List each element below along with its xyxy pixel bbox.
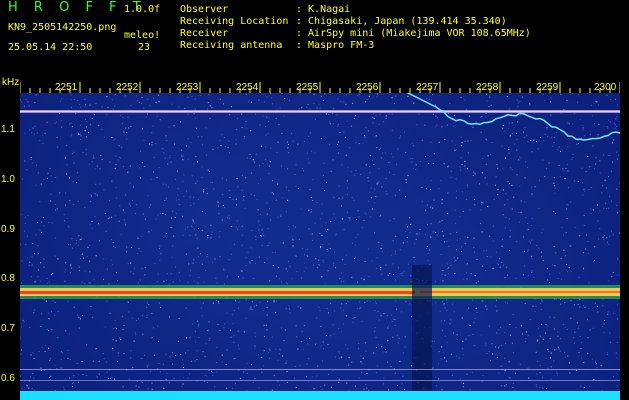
antenna-value: : Maspro FM-3 [296,40,375,51]
y-axis-unit: kHz [2,77,20,88]
gap-strip [412,265,432,400]
lower-line-1 [20,369,620,370]
file-name: KN9_2505142250.png [8,22,117,33]
y-tick: 1.0 [1,174,15,185]
main-band-core-right [420,291,620,293]
detection-count: 23 [138,42,151,53]
timestamp: 25.05.14 22:50 [8,42,93,53]
noise-layer [20,93,620,400]
location-label: Receiving Location [180,16,289,27]
receiver-label: Receiver [180,28,229,39]
bottom-strip [20,391,620,400]
observer-label: Observer [180,4,229,15]
hrofft-window: H R O F F T 1.0.0f KN9_2505142250.png me… [0,0,629,400]
meteor-trace [406,93,620,141]
algorithm-label: meleo! [124,30,161,41]
y-tick: 1.1 [1,124,15,135]
y-tick: 0.6 [1,373,15,384]
location-value: : Chigasaki, Japan (139.414 35.340) [296,16,507,27]
y-tick: 0.7 [1,323,15,334]
app-version: 1.0.0f [124,4,161,15]
y-tick: 0.8 [1,273,15,284]
spectrogram [20,93,620,400]
y-tick: 0.9 [1,224,15,235]
receiver-value: : AirSpy mini (Miakejima VOR 108.65MHz) [296,28,531,39]
antenna-label: Receiving antenna [180,40,283,51]
time-ruler [20,82,620,93]
main-band-core-left [20,291,415,294]
waterfall-plot [20,93,620,400]
observer-value: : K.Nagai [296,4,351,15]
upper-carrier-core [20,111,620,112]
lower-line-2 [20,380,620,381]
